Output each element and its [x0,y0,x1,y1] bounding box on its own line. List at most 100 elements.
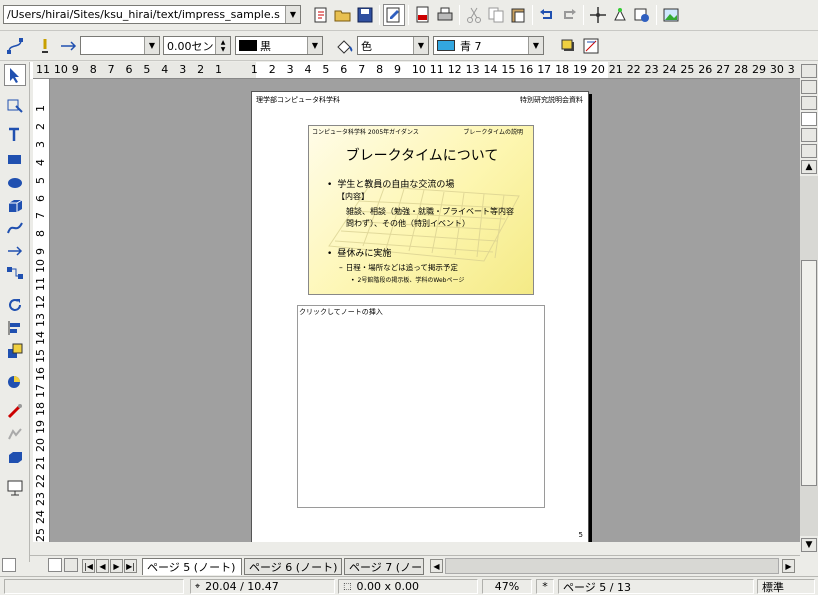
notes-view-canvas[interactable]: 理学部コンピュータ科学科 特別研究説明会資料 コンピュータ科学科 2005年ガイ… [50,79,800,542]
previous-page-button[interactable]: ◀ [96,559,109,573]
page-header-left: 理学部コンピュータ科学科 [256,96,340,104]
edit-file-icon[interactable] [310,4,332,26]
vertical-ruler[interactable]: 1 2 3 4 5 6 7 8 9 10 11 12 13 14 15 16 17 18 19 20 21 22 23 24 2… [33,79,50,542]
master-mode-icon[interactable] [64,558,78,572]
view-button-5[interactable] [801,128,817,142]
navigator-icon[interactable] [587,4,609,26]
slide-sub-line-2: 問わず）、その他（特別イベント） [346,219,470,228]
view-button-3[interactable] [801,96,817,110]
line-color-combobox[interactable]: 黒 ▼ [235,36,323,55]
url-dropdown-button[interactable]: ▼ [285,6,300,23]
slide-sub2-line-2: • 2号館階段の掲示板、学科のWebページ [351,277,465,284]
line-tool-icon[interactable] [4,240,26,262]
effects-icon[interactable] [4,400,26,422]
next-page-button[interactable]: ▶ [110,559,123,573]
scroll-down-button[interactable]: ▼ [801,538,817,552]
last-page-button[interactable]: ▶| [124,559,137,573]
text-tool-icon[interactable] [4,124,26,146]
scrollbar-thumb[interactable] [801,260,817,486]
scroll-left-button[interactable]: ◀ [430,559,443,573]
line-style-dropdown[interactable]: ▼ [144,37,159,54]
insert-object-icon[interactable] [4,370,26,392]
image-icon[interactable] [660,4,682,26]
vertical-scrollbar[interactable]: ▲ ▼ [800,62,818,552]
ruler-v-label: 6 [34,194,47,202]
open-folder-icon[interactable] [332,4,354,26]
line-style-combobox[interactable]: ▼ [80,36,160,55]
stylist-icon[interactable] [609,4,631,26]
scroll-up-button[interactable]: ▲ [801,160,817,174]
curve-tool-icon[interactable] [4,217,26,239]
ruler-h-label: 27 [716,63,731,76]
page-header-right: 特別研究説明会資料 [520,96,583,104]
arrow-style-icon[interactable] [57,35,79,57]
text-color-icon[interactable] [34,35,56,57]
line-width-spinbox[interactable]: 0.00セン ▲ ▼ [163,36,231,55]
3d-object-tool-icon[interactable] [4,194,26,216]
area-color-value: 青 7 [460,39,482,53]
area-style-combobox[interactable]: 色 ▼ [357,36,429,55]
copy-icon[interactable] [485,4,507,26]
view-button-2[interactable] [801,80,817,94]
view-button-1[interactable] [801,64,817,78]
ellipse-tool-icon[interactable] [4,171,26,193]
slide-show-icon[interactable] [4,477,26,499]
line-width-spin-buttons[interactable]: ▲ ▼ [215,37,230,54]
paste-icon[interactable] [507,4,529,26]
notes-text-area[interactable]: クリックしてノートの挿入 [297,305,545,508]
first-page-button[interactable]: |◀ [82,559,95,573]
redo-icon[interactable] [558,4,580,26]
layer-mode-icon[interactable] [2,558,16,572]
bezier-points-icon[interactable] [4,35,26,57]
ruler-h-label: 15 [501,63,516,76]
ruler-h-label: 3 [179,63,187,76]
area-color-dropdown[interactable]: ▼ [528,37,543,54]
tab-page-7[interactable]: ページ 7 (ノー [344,558,424,575]
status-zoom[interactable]: 47% [482,579,532,594]
horizontal-scrollbar[interactable] [445,558,779,574]
area-color-combobox[interactable]: 青 7 ▼ [433,36,544,55]
export-pdf-icon[interactable] [412,4,434,26]
rotate-tool-icon[interactable] [4,294,26,316]
view-button-6[interactable] [801,144,817,158]
ruler-v-label: 4 [34,158,47,166]
select-tool-icon[interactable] [4,64,26,86]
rectangle-tool-icon[interactable] [4,148,26,170]
area-style-dropdown[interactable]: ▼ [413,37,428,54]
area-color-swatch [437,40,455,51]
tab-page-6[interactable]: ページ 6 (ノート) [244,558,342,575]
zoom-tool-icon[interactable] [4,94,26,116]
ruler-v-label: 19 [34,420,47,435]
url-combobox[interactable]: /Users/hirai/Sites/ksu_hirai/text/impres… [3,5,301,24]
area-fill-icon[interactable] [333,35,355,57]
line-width-input[interactable]: 0.00セン [164,38,215,54]
connector-tool-icon[interactable] [4,262,26,284]
slide-thumbnail[interactable]: コンピュータ科学科 2005年ガイダンス ブレークタイムの説明 ブレークタイムに… [308,125,534,295]
scroll-right-button[interactable]: ▶ [782,559,795,573]
shadow-icon[interactable] [557,35,579,57]
status-message [4,579,184,594]
edit-mode-icon[interactable] [383,4,405,26]
status-style: 標準 [757,579,815,594]
notes-view-button[interactable] [801,112,817,126]
interaction-icon[interactable] [4,423,26,445]
cut-icon[interactable] [463,4,485,26]
arrange-tool-icon[interactable] [4,340,26,362]
line-color-dropdown[interactable]: ▼ [307,37,322,54]
status-bar: ⌖ 20.04 / 10.47 ⬚ 0.00 x 0.00 47% * ページ 5 … [0,576,818,595]
ruler-h-label: 8 [376,63,384,76]
page-mode-icon[interactable] [48,558,62,572]
print-icon[interactable] [434,4,456,26]
ruler-h-label: 30 [769,63,784,76]
tab-page-5[interactable]: ページ 5 (ノート) [142,558,242,575]
save-icon[interactable] [354,4,376,26]
undo-icon[interactable] [536,4,558,26]
ruler-h-label: 6 [125,63,133,76]
gallery-icon[interactable] [631,4,653,26]
ruler-h-label: 28 [734,63,749,76]
horizontal-ruler[interactable]: 11 10 9 8 7 6 5 4 3 2 1 1 2 3 4 5 6 7 8 9 10 11 12 13 14 15 16 17 18… [30,62,800,79]
object-properties-icon[interactable] [580,35,602,57]
url-input[interactable]: /Users/hirai/Sites/ksu_hirai/text/impres… [4,8,285,21]
alignment-tool-icon[interactable] [4,317,26,339]
3d-effects-icon[interactable] [4,446,26,468]
